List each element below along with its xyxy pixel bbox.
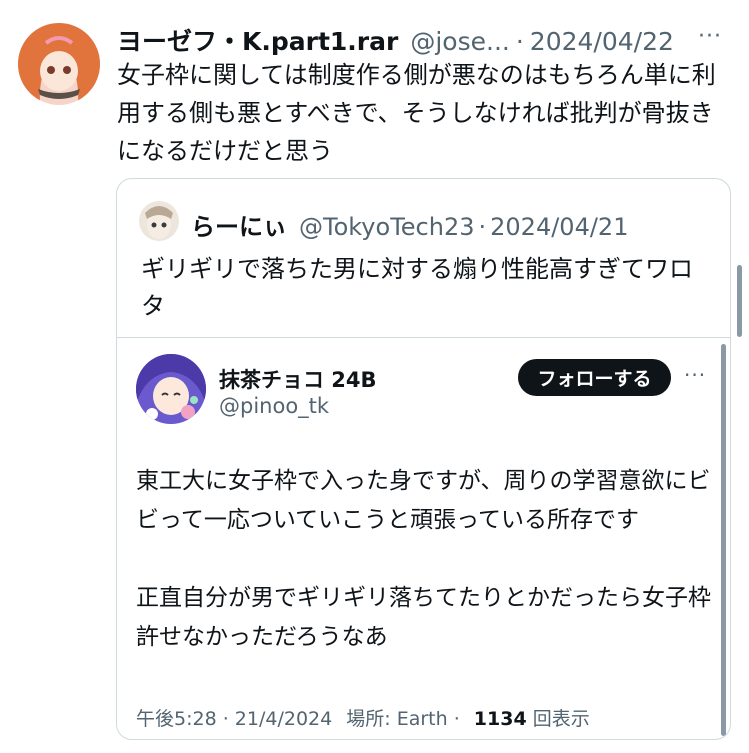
tweet-meta: 午後5:28 · 21/4/2024 場所: Earth · 1134 回表示 [136,704,590,731]
more-icon[interactable]: ··· [684,363,706,387]
embedded-tweet-text: 東工大に女子枠で入った身ですが、周りの学習意欲にビビって一応ついていこうと頑張っ… [136,468,711,533]
inner-scrollbar[interactable] [721,344,726,736]
tweet-text: 女子枠に関しては制度作る側が悪なのはもちろん単に利用する側も悪とすべきで、そうし… [117,61,716,165]
more-icon[interactable]: ··· [698,24,722,49]
author-handle[interactable]: @jose... [410,27,510,56]
author-name[interactable]: ヨーゼフ・K.part1.rar [117,22,398,58]
quoted-tweet-text: ギリギリで落ちた男に対する煽り性能高すぎてワロタ [141,255,693,320]
avatar[interactable] [139,201,179,241]
avatar[interactable] [136,354,206,424]
quoted-author-name[interactable]: らーにぃ [191,207,287,242]
separator: · [478,213,487,241]
embedded-author-name[interactable]: 抹茶チョコ 24B [219,364,377,394]
quoted-tweet-date[interactable]: 2024/04/21 [490,213,628,241]
quoted-tweet-card[interactable]: らーにぃ @TokyoTech23 · 2024/04/21 ギリギリで落ちた男… [116,178,731,740]
meta-time: 午後5:28 · 21/4/2024 [136,708,333,730]
avatar[interactable] [18,23,100,105]
page-scrollbar[interactable] [737,265,742,337]
embedded-tweet-card[interactable]: 抹茶チョコ 24B @pinoo_tk フォローする ··· 東工大に女子枠で入… [117,337,730,739]
quoted-author-handle[interactable]: @TokyoTech23 [299,213,475,241]
meta-location: 場所: Earth · [346,708,460,730]
embedded-tweet-text: 正直自分が男でギリギリ落ちてたりとかだったら女子枠許せなかっただろうなあ [136,585,711,650]
follow-button[interactable]: フォローする [518,359,671,396]
tweet-date[interactable]: 2024/04/22 [530,27,674,56]
view-count: 1134 [473,708,527,730]
view-label: 回表示 [532,708,590,730]
embedded-author-handle[interactable]: @pinoo_tk [219,394,329,418]
separator: · [515,27,524,56]
